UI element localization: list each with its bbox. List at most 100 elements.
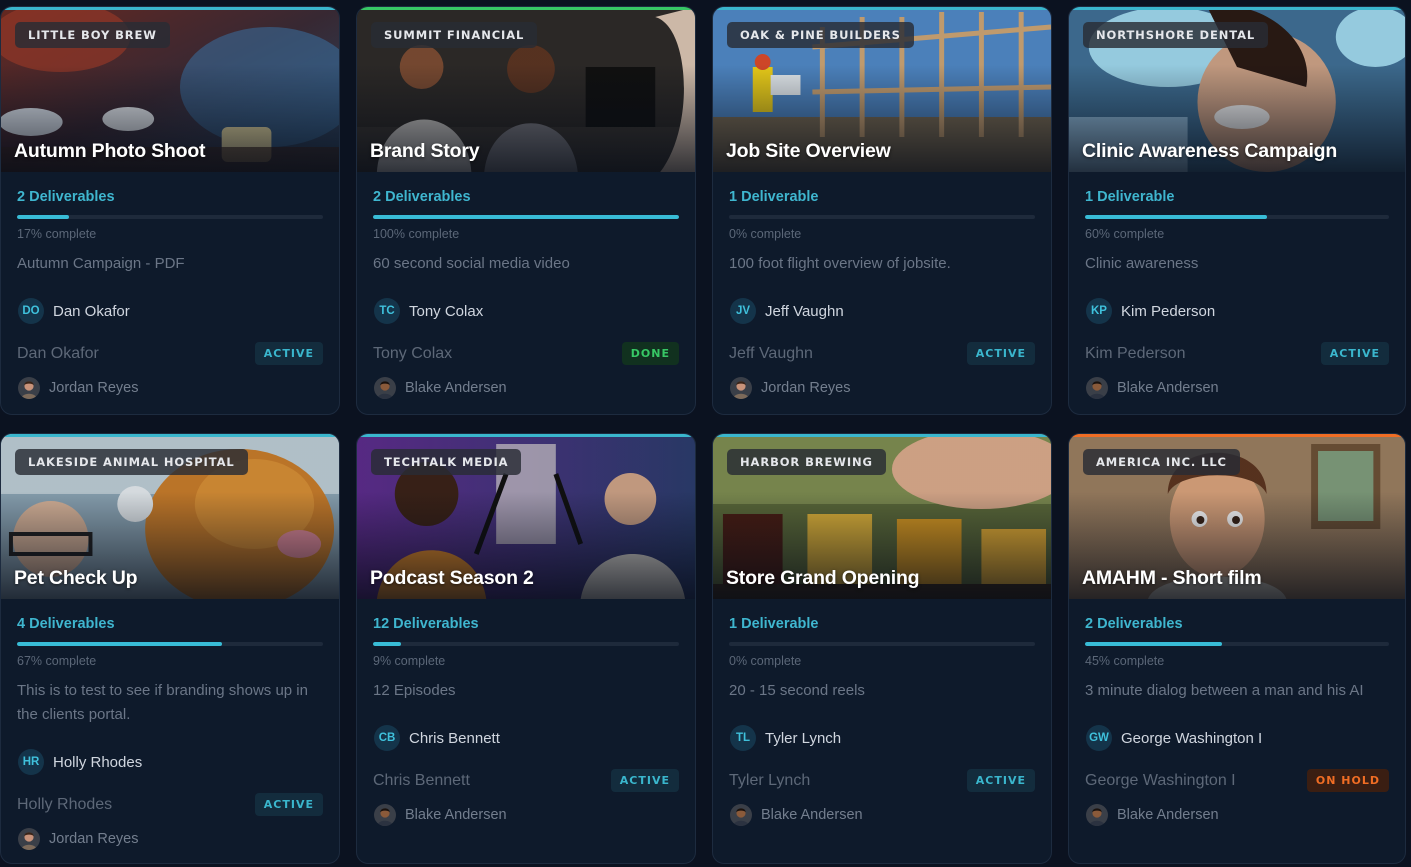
deliverables-count[interactable]: 2 Deliverables bbox=[17, 189, 323, 205]
project-owner: GW George Washington I bbox=[1085, 725, 1389, 751]
deliverables-count[interactable]: 1 Deliverable bbox=[1085, 189, 1389, 205]
project-thumbnail[interactable]: OAK & PINE BUILDERS Job Site Overview bbox=[713, 7, 1051, 172]
project-grid: LITTLE BOY BREW Autumn Photo Shoot 2 Del… bbox=[0, 6, 1411, 864]
project-card-5[interactable]: LAKESIDE ANIMAL HOSPITAL Pet Check Up 4 … bbox=[0, 433, 340, 864]
project-card-1[interactable]: LITTLE BOY BREW Autumn Photo Shoot 2 Del… bbox=[0, 6, 340, 415]
deliverables-count[interactable]: 2 Deliverables bbox=[1085, 616, 1389, 632]
project-owner: DO Dan Okafor bbox=[17, 298, 323, 324]
deliverables-count[interactable]: 1 Deliverable bbox=[729, 189, 1035, 205]
project-description: Clinic awareness bbox=[1085, 255, 1199, 272]
progress-label: 60% complete bbox=[1085, 227, 1165, 241]
card-accent-bar bbox=[1069, 7, 1405, 10]
client-badge: TECHTALK MEDIA bbox=[371, 449, 522, 475]
card-accent-bar bbox=[1, 434, 339, 437]
progress-label: 0% complete bbox=[729, 227, 802, 241]
project-title[interactable]: Job Site Overview bbox=[726, 140, 891, 163]
card-accent-bar bbox=[713, 434, 1051, 437]
project-thumbnail[interactable]: LITTLE BOY BREW Autumn Photo Shoot bbox=[1, 7, 339, 172]
project-card-7[interactable]: HARBOR BREWING Store Grand Opening 1 Del… bbox=[712, 433, 1052, 864]
progress-bar bbox=[17, 215, 323, 219]
deliverables-count[interactable]: 2 Deliverables bbox=[373, 189, 679, 205]
progress-bar bbox=[373, 642, 679, 646]
progress-bar bbox=[1085, 215, 1389, 219]
status-badge: ACTIVE bbox=[966, 769, 1035, 792]
deliverables-count[interactable]: 12 Deliverables bbox=[373, 616, 679, 632]
status-badge: ACTIVE bbox=[254, 793, 323, 816]
owner-name: Tyler Lynch bbox=[765, 729, 842, 747]
client-badge: SUMMIT FINANCIAL bbox=[371, 22, 538, 48]
project-description: Autumn Campaign - PDF bbox=[17, 255, 185, 272]
client-badge: LAKESIDE ANIMAL HOSPITAL bbox=[15, 449, 248, 475]
project-owner: CB Chris Bennett bbox=[373, 725, 679, 751]
assignee: Blake Andersen bbox=[373, 377, 679, 399]
assignee: Jordan Reyes bbox=[17, 828, 323, 850]
status-badge: ACTIVE bbox=[966, 342, 1035, 365]
owner-initials-avatar: TC bbox=[374, 298, 400, 324]
project-owner: TL Tyler Lynch bbox=[729, 725, 1035, 751]
project-title[interactable]: Brand Story bbox=[370, 140, 480, 163]
project-thumbnail[interactable]: AMERICA INC. LLC AMAHM - Short film bbox=[1069, 434, 1405, 599]
status-row: George Washington I ON HOLD bbox=[1085, 769, 1389, 792]
project-thumbnail[interactable]: SUMMIT FINANCIAL Brand Story bbox=[357, 7, 695, 172]
avatar bbox=[1086, 377, 1108, 399]
project-card-2[interactable]: SUMMIT FINANCIAL Brand Story 2 Deliverab… bbox=[356, 6, 696, 415]
owner-name: Kim Pederson bbox=[1121, 302, 1216, 320]
status-badge: ON HOLD bbox=[1306, 769, 1389, 792]
project-title[interactable]: Store Grand Opening bbox=[726, 567, 920, 590]
project-card-8[interactable]: AMERICA INC. LLC AMAHM - Short film 2 De… bbox=[1068, 433, 1406, 864]
assignee: Jordan Reyes bbox=[729, 377, 1035, 399]
status-row: Chris Bennett ACTIVE bbox=[373, 769, 679, 792]
owner-name: Dan Okafor bbox=[53, 302, 130, 320]
progress-bar bbox=[373, 215, 679, 219]
avatar bbox=[18, 377, 40, 399]
assignee-name: Jordan Reyes bbox=[49, 380, 139, 396]
deliverables-count[interactable]: 4 Deliverables bbox=[17, 616, 323, 632]
project-card-4[interactable]: NORTHSHORE DENTAL Clinic Awareness Campa… bbox=[1068, 6, 1406, 415]
status-badge: ACTIVE bbox=[1320, 342, 1389, 365]
card-accent-bar bbox=[357, 434, 695, 437]
project-owner: JV Jeff Vaughn bbox=[729, 298, 1035, 324]
client-badge: NORTHSHORE DENTAL bbox=[1083, 22, 1269, 48]
project-card-6[interactable]: TECHTALK MEDIA Podcast Season 2 12 Deliv… bbox=[356, 433, 696, 864]
client-badge: LITTLE BOY BREW bbox=[15, 22, 170, 48]
progress-label: 45% complete bbox=[1085, 654, 1165, 668]
assignee: Blake Andersen bbox=[1085, 377, 1389, 399]
avatar bbox=[374, 377, 396, 399]
assignee-name: Blake Andersen bbox=[1117, 380, 1219, 396]
client-contact: Holly Rhodes bbox=[17, 795, 113, 813]
project-description: 20 - 15 second reels bbox=[729, 682, 865, 699]
progress-label: 17% complete bbox=[17, 227, 97, 241]
owner-initials-avatar: TL bbox=[730, 725, 756, 751]
project-card-3[interactable]: OAK & PINE BUILDERS Job Site Overview 1 … bbox=[712, 6, 1052, 415]
assignee: Blake Andersen bbox=[1085, 804, 1389, 826]
project-title[interactable]: Clinic Awareness Campaign bbox=[1082, 140, 1337, 163]
status-row: Tony Colax DONE bbox=[373, 342, 679, 365]
assignee-name: Blake Andersen bbox=[405, 380, 507, 396]
owner-initials-avatar: HR bbox=[18, 749, 44, 775]
avatar bbox=[730, 377, 752, 399]
project-title[interactable]: Podcast Season 2 bbox=[370, 567, 534, 590]
progress-bar bbox=[729, 642, 1035, 646]
project-thumbnail[interactable]: LAKESIDE ANIMAL HOSPITAL Pet Check Up bbox=[1, 434, 339, 599]
progress-bar bbox=[17, 642, 323, 646]
avatar bbox=[18, 828, 40, 850]
project-title[interactable]: Autumn Photo Shoot bbox=[14, 140, 206, 163]
owner-name: Chris Bennett bbox=[409, 729, 500, 747]
assignee: Jordan Reyes bbox=[17, 377, 323, 399]
status-badge: ACTIVE bbox=[610, 769, 679, 792]
project-title[interactable]: AMAHM - Short film bbox=[1082, 567, 1262, 590]
project-thumbnail[interactable]: HARBOR BREWING Store Grand Opening bbox=[713, 434, 1051, 599]
project-thumbnail[interactable]: TECHTALK MEDIA Podcast Season 2 bbox=[357, 434, 695, 599]
assignee: Blake Andersen bbox=[373, 804, 679, 826]
progress-label: 9% complete bbox=[373, 654, 446, 668]
owner-initials-avatar: GW bbox=[1086, 725, 1112, 751]
assignee: Blake Andersen bbox=[729, 804, 1035, 826]
deliverables-count[interactable]: 1 Deliverable bbox=[729, 616, 1035, 632]
client-contact: Tyler Lynch bbox=[729, 771, 811, 789]
assignee-name: Jordan Reyes bbox=[761, 380, 851, 396]
avatar bbox=[730, 804, 752, 826]
project-description: This is to test to see if branding shows… bbox=[17, 682, 308, 723]
project-thumbnail[interactable]: NORTHSHORE DENTAL Clinic Awareness Campa… bbox=[1069, 7, 1405, 172]
project-title[interactable]: Pet Check Up bbox=[14, 567, 138, 590]
owner-initials-avatar: JV bbox=[730, 298, 756, 324]
